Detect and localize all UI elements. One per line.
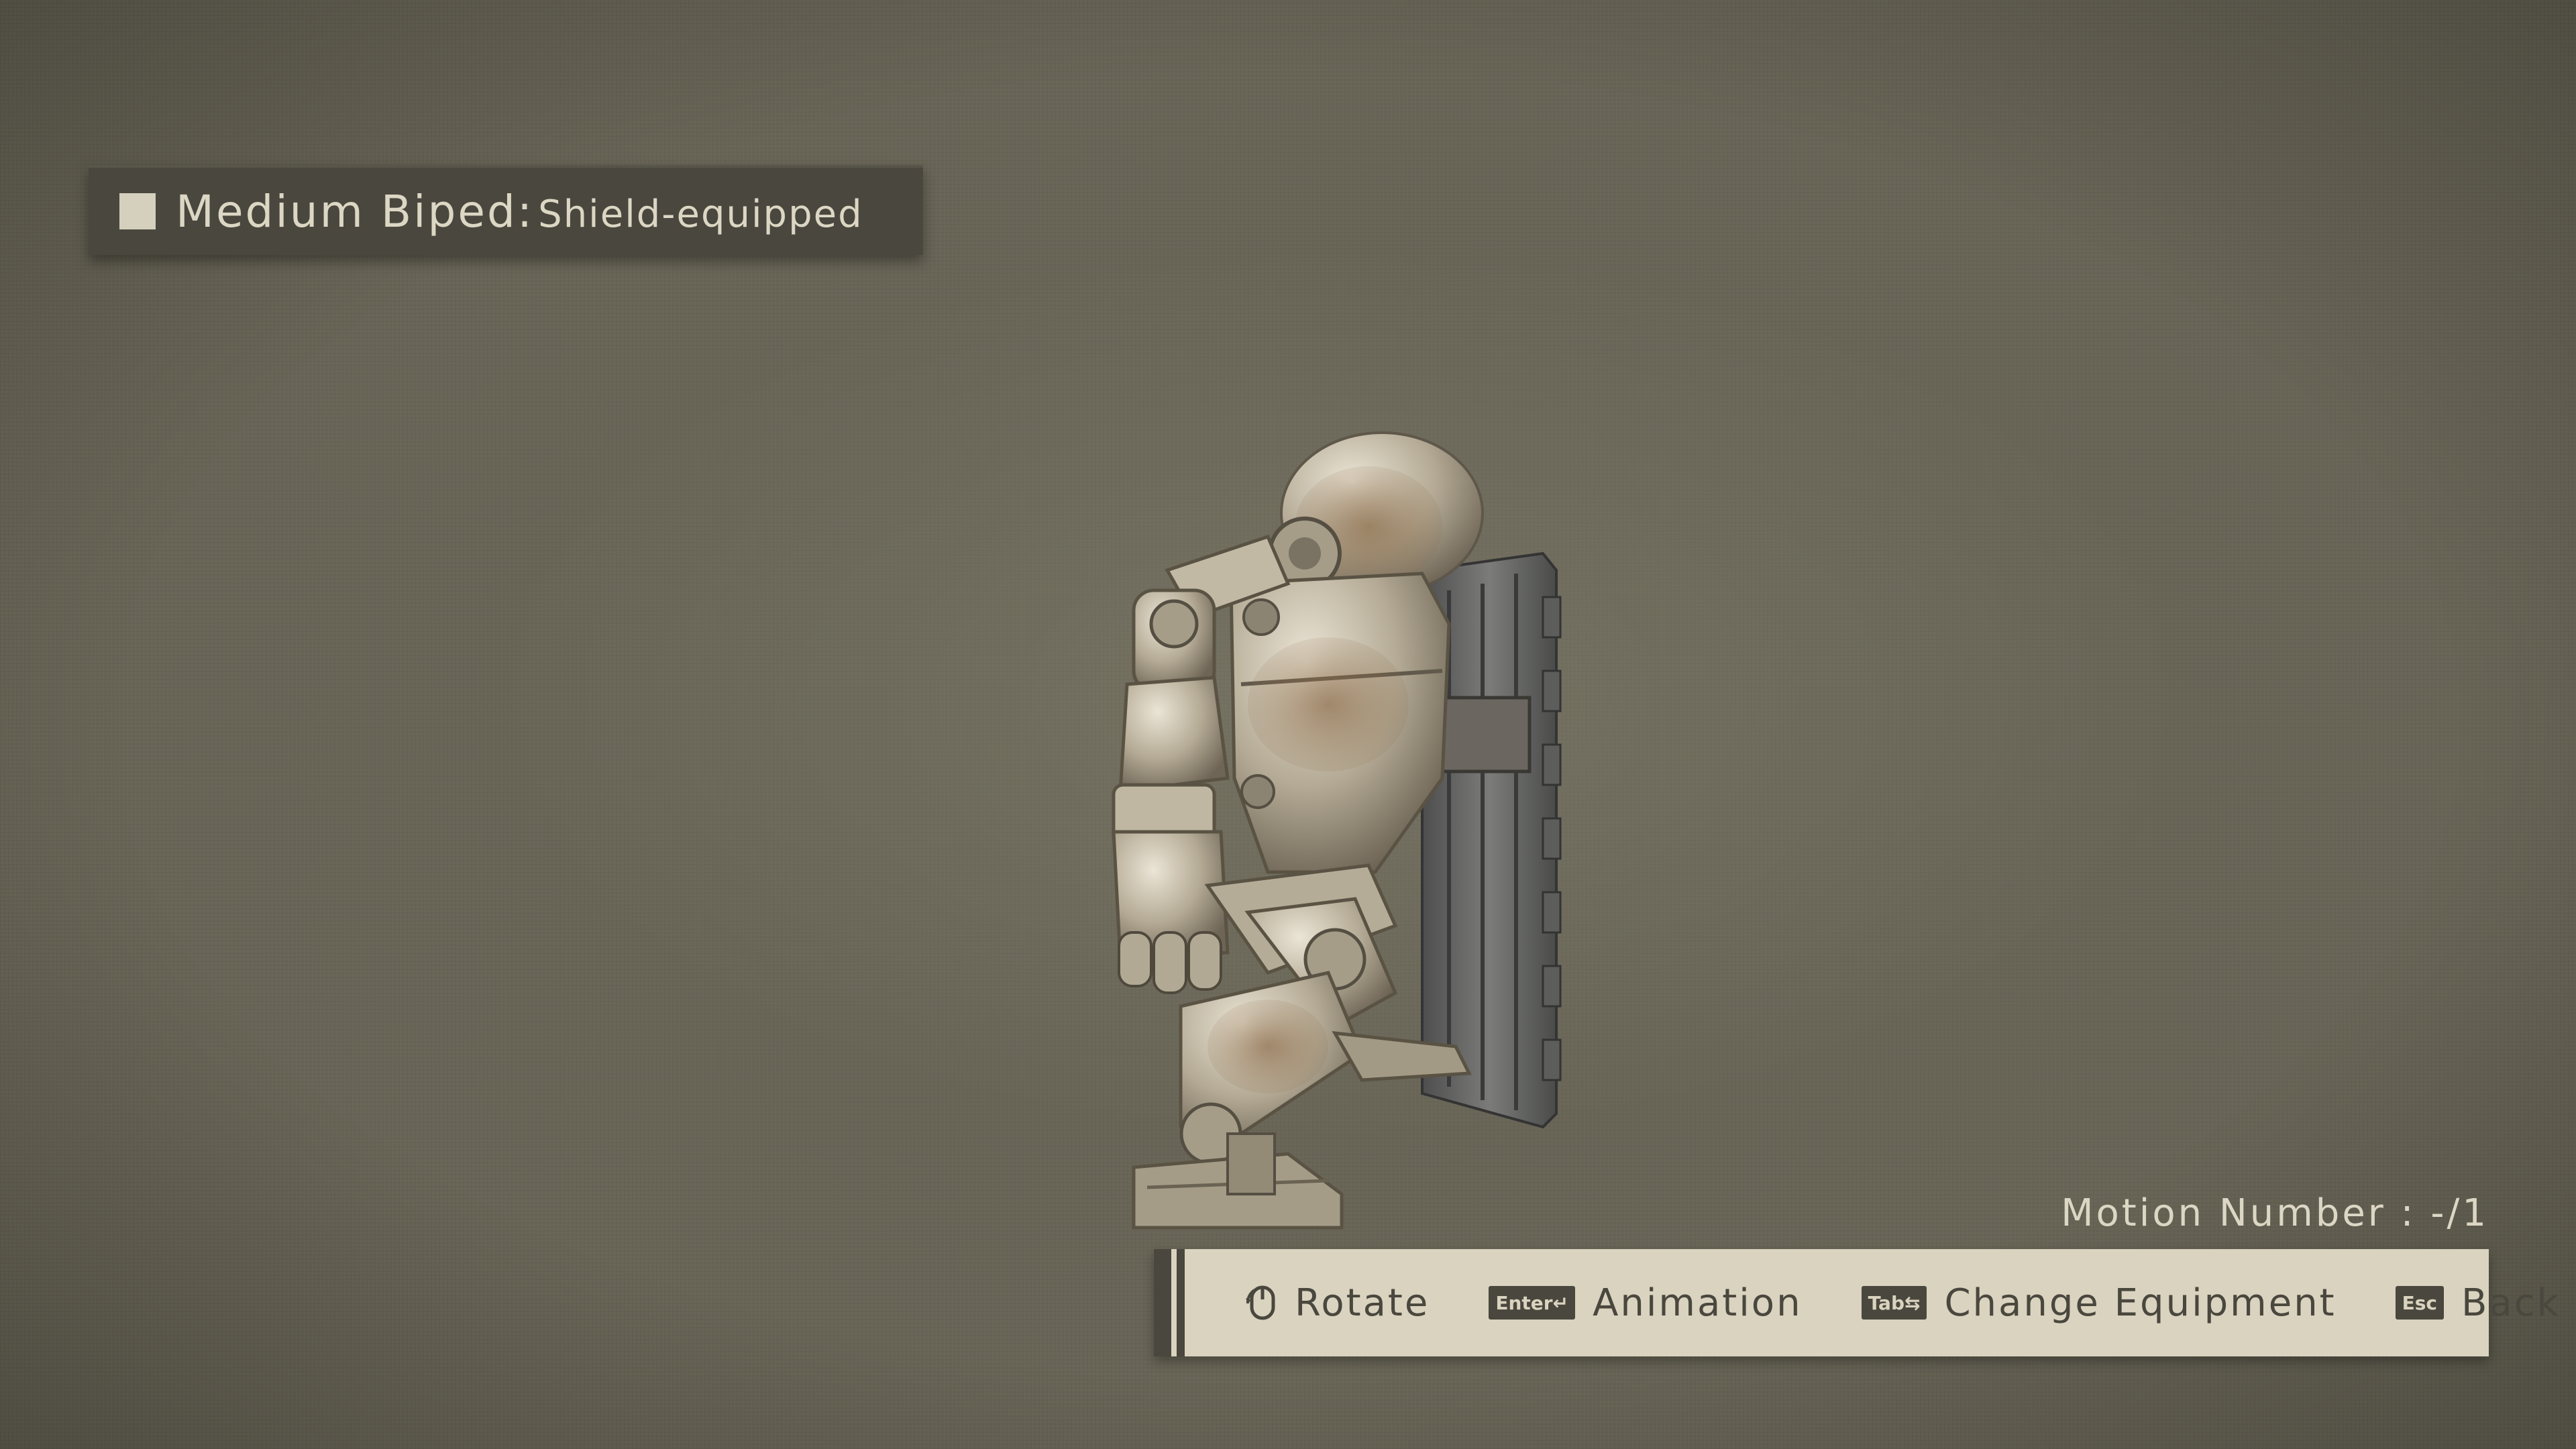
- unit-title-panel: Medium Biped: Shield-equipped: [89, 165, 923, 255]
- robot-torso: [1229, 572, 1451, 874]
- change-equipment-label: Change Equipment: [1944, 1281, 2337, 1325]
- change-equipment-control[interactable]: Tab⇆ Change Equipment: [1861, 1281, 2337, 1325]
- title-square-icon: [119, 193, 156, 229]
- mouse-icon: [1245, 1283, 1280, 1322]
- controls-list: Rotate Enter↵ Animation Tab⇆ Change Equi…: [1245, 1249, 2561, 1356]
- bar-edge-accent-thin: [1177, 1249, 1185, 1356]
- esc-key-icon: Esc: [2395, 1286, 2445, 1320]
- back-label: Back: [2461, 1281, 2561, 1325]
- tab-key-icon: Tab⇆: [1861, 1286, 1927, 1320]
- animation-label: Animation: [1593, 1281, 1803, 1325]
- animation-control[interactable]: Enter↵ Animation: [1489, 1281, 1802, 1325]
- rotate-control[interactable]: Rotate: [1245, 1281, 1430, 1325]
- robot-model[interactable]: [1046, 402, 1650, 1261]
- robot-head: [1268, 431, 1484, 595]
- bar-edge-accent: [1154, 1249, 1171, 1356]
- unit-title: Medium Biped:: [176, 185, 535, 237]
- control-hint-bar: Rotate Enter↵ Animation Tab⇆ Change Equi…: [1154, 1249, 2559, 1356]
- motion-number: Motion Number : -/1: [2061, 1191, 2489, 1235]
- enter-key-icon: Enter↵: [1489, 1286, 1576, 1320]
- back-control[interactable]: Esc Back: [2395, 1281, 2561, 1325]
- rotate-label: Rotate: [1295, 1281, 1430, 1325]
- unit-subtitle: Shield-equipped: [538, 192, 863, 236]
